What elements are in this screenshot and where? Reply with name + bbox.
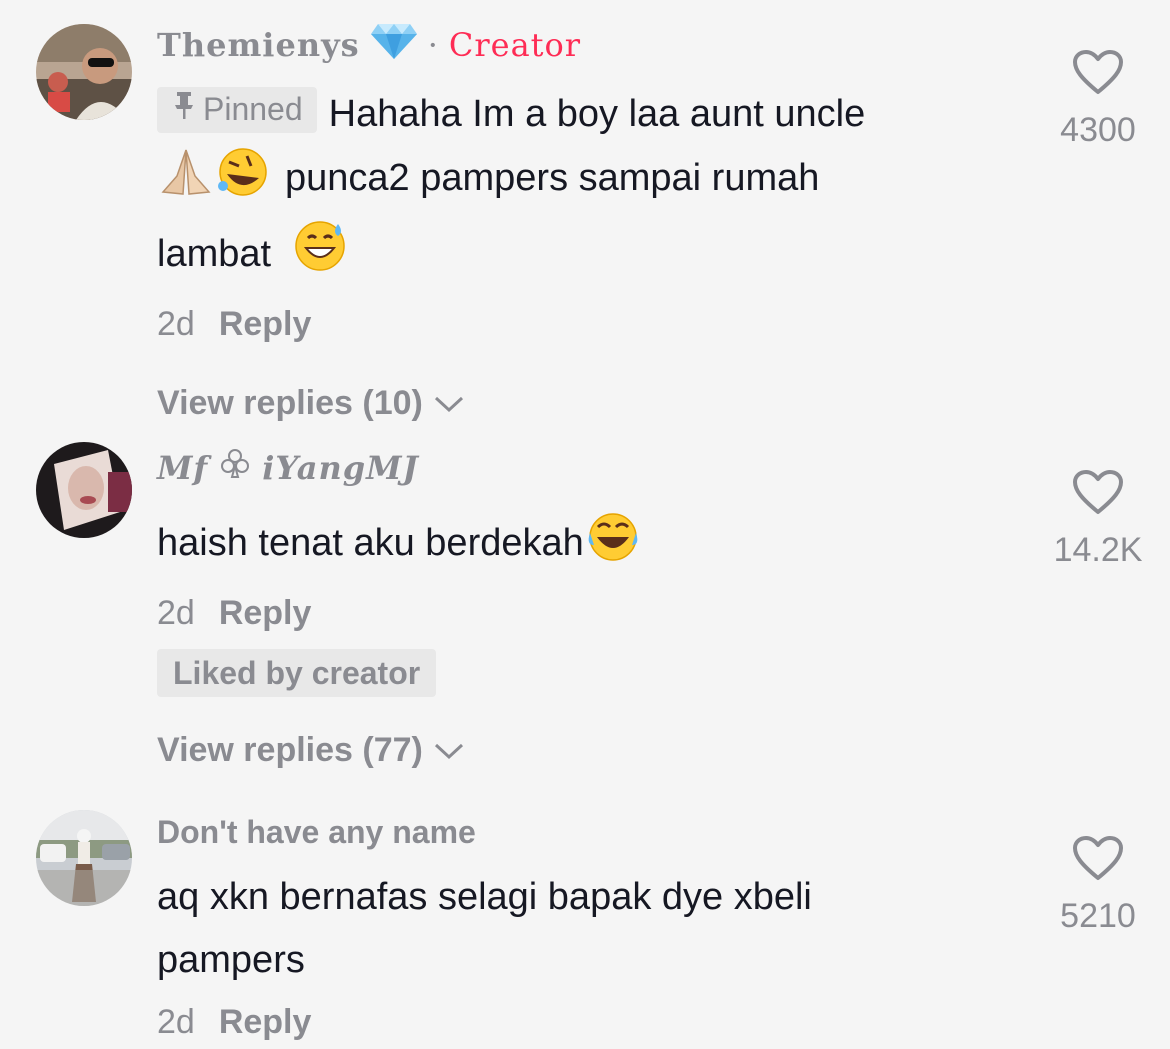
folded-hands-icon	[157, 146, 215, 218]
comment-time: 2d	[157, 594, 195, 632]
comment-meta: 2d Reply	[157, 298, 997, 350]
like-count: 14.2K	[1053, 531, 1143, 569]
like-count: 5210	[1060, 897, 1136, 935]
comment-text-line: haish tenat aku berdekah	[157, 522, 584, 564]
rolling-laughing-icon	[215, 146, 271, 218]
pin-icon	[171, 78, 197, 141]
username-text[interactable]: Themienys	[157, 25, 360, 65]
chevron-down-icon	[433, 731, 465, 770]
comment-text: Pinned Hahaha Im a boy laa aunt uncle pu…	[157, 83, 997, 294]
comment-username[interactable]: Mf iYangMJ	[157, 446, 997, 489]
comment-text-line: pampers	[157, 939, 305, 981]
comment-text-line: Hahaha Im a boy laa aunt uncle	[328, 93, 866, 135]
reply-button[interactable]: Reply	[219, 594, 312, 632]
view-replies-button[interactable]: View replies (77)	[157, 725, 997, 775]
comment-body: Don't have any name aq xkn bernafas sela…	[157, 812, 997, 1048]
like-column: 4300	[1040, 48, 1156, 150]
pinned-badge: Pinned	[157, 86, 317, 133]
comment-username[interactable]: Don't have any name	[157, 812, 997, 852]
avatar[interactable]	[36, 810, 132, 906]
reply-button[interactable]: Reply	[219, 305, 312, 343]
comment-meta: 2d Reply	[157, 587, 997, 639]
club-icon	[218, 446, 252, 489]
comment-text-line: punca2 pampers sampai rumah	[285, 157, 820, 199]
sweat-smile-icon	[292, 218, 348, 294]
separator-dot: ·	[427, 25, 439, 64]
diamond-icon	[370, 20, 418, 69]
like-column: 5210	[1040, 834, 1156, 936]
comment-username[interactable]: Themienys · Creator	[157, 20, 997, 69]
comment-text-line: aq xkn bernafas selagi bapak dye xbeli	[157, 876, 812, 918]
comment-meta: 2d Reply	[157, 996, 997, 1048]
view-replies-label: View replies (10)	[157, 383, 423, 422]
avatar[interactable]	[36, 442, 132, 538]
comment-body: Mf iYangMJ haish tenat aku berdekah 2d R…	[157, 446, 997, 775]
view-replies-label: View replies (77)	[157, 730, 423, 769]
comment-time: 2d	[157, 305, 195, 343]
comment-text-line: lambat	[157, 233, 272, 275]
comment-text: aq xkn bernafas selagi bapak dye xbeli p…	[157, 866, 997, 992]
username-text[interactable]: Mf	[157, 448, 208, 488]
reply-button[interactable]: Reply	[219, 1003, 312, 1041]
tears-of-joy-icon	[584, 511, 642, 583]
comment-body: Themienys · Creator Pinned Hahaha Im a b…	[157, 20, 997, 428]
heart-icon[interactable]	[1040, 48, 1156, 101]
username-text[interactable]: iYangMJ	[262, 448, 418, 488]
comment-text: haish tenat aku berdekah	[157, 511, 997, 583]
comment-item: Mf iYangMJ haish tenat aku berdekah 2d R…	[0, 442, 1170, 772]
heart-icon[interactable]	[1040, 834, 1156, 887]
liked-by-creator-badge: Liked by creator	[157, 649, 437, 697]
chevron-down-icon	[433, 384, 465, 423]
like-count: 4300	[1060, 111, 1136, 149]
like-column: 14.2K	[1040, 468, 1156, 570]
comment-time: 2d	[157, 1003, 195, 1041]
pinned-label: Pinned	[203, 91, 303, 127]
avatar[interactable]	[36, 24, 132, 120]
view-replies-button[interactable]: View replies (10)	[157, 378, 997, 428]
heart-icon[interactable]	[1040, 468, 1156, 521]
creator-badge: Creator	[448, 25, 582, 64]
comment-item: Don't have any name aq xkn bernafas sela…	[0, 810, 1170, 1049]
username-text[interactable]: Don't have any name	[157, 812, 476, 852]
comment-item: Themienys · Creator Pinned Hahaha Im a b…	[0, 20, 1170, 422]
